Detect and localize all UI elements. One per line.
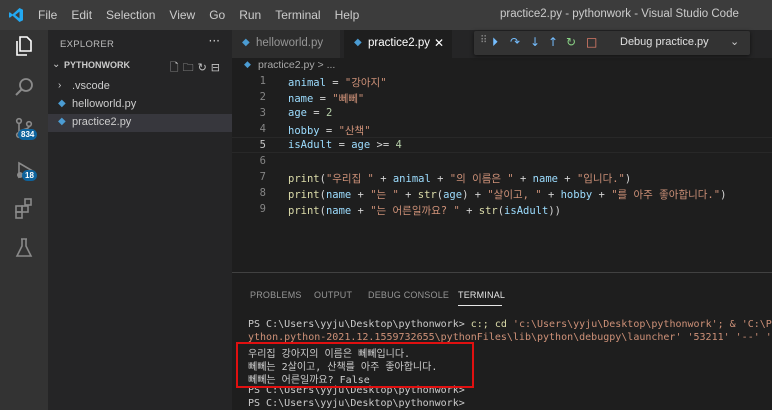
debug-toolbar: ⠿ ⏵ ↷ ↓ ↑ ↻ □ Debug practice.py ⌄ bbox=[474, 31, 750, 55]
code-line[interactable]: 1 animal = "강아지" bbox=[232, 74, 772, 90]
chevron-down-icon: ⌄ bbox=[52, 59, 61, 70]
line-number: 9 bbox=[259, 203, 266, 215]
code-editor[interactable]: 1 animal = "강아지" 2 name = "뻬뻬" 3 age = 2… bbox=[232, 74, 772, 270]
step-out-icon[interactable]: ↑ bbox=[548, 35, 558, 49]
scm-badge: 834 bbox=[18, 129, 38, 140]
search-icon[interactable] bbox=[12, 76, 36, 100]
tab-label: practice2.py bbox=[368, 37, 431, 49]
workspace-folder[interactable]: ⌄ PYTHONWORK 🗋🗀↻⊟ bbox=[48, 56, 232, 76]
extensions-icon[interactable] bbox=[12, 196, 36, 220]
chevron-down-icon[interactable]: ⌄ bbox=[730, 35, 739, 48]
explorer-sidebar: EXPLORER ··· ⌄ PYTHONWORK 🗋🗀↻⊟ › .vscode… bbox=[48, 30, 232, 410]
menu-bar: File Edit Selection View Go Run Terminal… bbox=[38, 0, 373, 30]
code-line[interactable]: 7 print("우리집 " + animal + "의 이름은 " + nam… bbox=[232, 170, 772, 186]
menu-selection[interactable]: Selection bbox=[106, 8, 155, 22]
menu-help[interactable]: Help bbox=[335, 8, 360, 22]
python-file-icon: ◆ bbox=[242, 37, 250, 48]
terminal-prompt-line: PS C:\Users\yyju\Desktop\pythonwork> bbox=[248, 398, 465, 409]
line-number: 4 bbox=[259, 123, 266, 135]
step-over-icon[interactable]: ↷ bbox=[510, 35, 520, 49]
new-folder-icon[interactable]: 🗀 bbox=[183, 61, 198, 74]
tree-item-label: helloworld.py bbox=[72, 98, 137, 110]
code-text: print("우리집 " + animal + "의 이름은 " + name … bbox=[288, 173, 632, 185]
testing-flask-icon[interactable] bbox=[12, 236, 36, 260]
menu-view[interactable]: View bbox=[169, 8, 195, 22]
code-line[interactable]: 8 print(name + "는 " + str(age) + "살이고, "… bbox=[232, 186, 772, 202]
vscode-logo-icon[interactable] bbox=[8, 7, 24, 23]
code-line[interactable]: 6 bbox=[232, 154, 772, 170]
code-text: animal = "강아지" bbox=[288, 77, 387, 89]
tab-terminal[interactable]: TERMINAL bbox=[458, 290, 505, 300]
active-tab-indicator bbox=[458, 305, 502, 306]
code-text: name = "뻬뻬" bbox=[288, 93, 365, 105]
panel-tabs: PROBLEMS OUTPUT DEBUG CONSOLE TERMINAL bbox=[232, 273, 772, 306]
line-number: 7 bbox=[259, 171, 266, 183]
line-number: 1 bbox=[259, 75, 266, 87]
refresh-icon[interactable]: ↻ bbox=[198, 61, 211, 74]
code-text: print(name + "는 " + str(age) + "살이고, " +… bbox=[288, 189, 727, 201]
line-number: 5 bbox=[259, 139, 266, 151]
code-line[interactable]: 9 print(name + "는 어른일까요? " + str(isAdult… bbox=[232, 202, 772, 218]
tree-item-label: practice2.py bbox=[72, 116, 132, 128]
new-file-icon[interactable]: 🗋 bbox=[170, 61, 183, 74]
breadcrumb: ◆ practice2.py > ... bbox=[232, 58, 772, 74]
window-title: practice2.py - pythonwork - Visual Studi… bbox=[500, 8, 739, 20]
continue-icon[interactable]: ⏵ bbox=[492, 35, 498, 50]
menu-run[interactable]: Run bbox=[239, 8, 261, 22]
debug-badge: 18 bbox=[22, 170, 37, 181]
breadcrumb-path[interactable]: practice2.py > ... bbox=[258, 59, 335, 71]
line-number: 2 bbox=[259, 91, 266, 103]
tree-item-practice2[interactable]: ◆ practice2.py bbox=[48, 114, 232, 132]
more-actions-icon[interactable]: ··· bbox=[209, 34, 220, 48]
debug-config-select[interactable]: Debug practice.py bbox=[620, 36, 709, 48]
line-number: 8 bbox=[259, 187, 266, 199]
explorer-title: EXPLORER bbox=[60, 39, 115, 50]
code-line[interactable]: 3 age = 2 bbox=[232, 106, 772, 122]
workspace-folder-label: PYTHONWORK bbox=[64, 60, 130, 70]
code-text: age = 2 bbox=[288, 107, 333, 119]
terminal-line: PS C:\Users\yyju\Desktop\pythonwork> c:;… bbox=[248, 319, 772, 332]
line-number: 6 bbox=[259, 155, 266, 167]
python-file-icon: ◆ bbox=[354, 37, 362, 48]
explorer-icon[interactable] bbox=[12, 34, 36, 58]
python-file-icon: ◆ bbox=[58, 98, 66, 109]
terminal-command: c:; cd bbox=[470, 319, 513, 330]
tree-item-vscode[interactable]: › .vscode bbox=[48, 78, 232, 96]
code-text: isAdult = age >= 4 bbox=[288, 139, 402, 151]
bottom-panel: PROBLEMS OUTPUT DEBUG CONSOLE TERMINAL P… bbox=[232, 272, 772, 410]
terminal-prompt: PS C:\Users\yyju\Desktop\pythonwork> bbox=[248, 319, 471, 330]
tab-label: helloworld.py bbox=[256, 37, 324, 49]
code-text: print(name + "는 어른일까요? " + str(isAdult)) bbox=[288, 205, 561, 217]
chevron-right-icon: › bbox=[58, 80, 62, 91]
terminal-args: 'c:\Users\yyju\Desktop\pythonwork'; & 'C… bbox=[512, 319, 772, 330]
menu-go[interactable]: Go bbox=[209, 8, 225, 22]
folder-toolbar: 🗋🗀↻⊟ bbox=[170, 59, 224, 78]
activity-bar: 834 18 bbox=[0, 30, 48, 410]
tree-item-helloworld[interactable]: ◆ helloworld.py bbox=[48, 96, 232, 114]
menu-edit[interactable]: Edit bbox=[71, 8, 92, 22]
tab-output[interactable]: OUTPUT bbox=[314, 290, 352, 300]
tab-debug-console[interactable]: DEBUG CONSOLE bbox=[368, 290, 449, 300]
code-text: hobby = "산책" bbox=[288, 125, 371, 137]
restart-icon[interactable]: ↻ bbox=[566, 35, 576, 49]
tab-problems[interactable]: PROBLEMS bbox=[250, 290, 302, 300]
collapse-all-icon[interactable]: ⊟ bbox=[211, 61, 224, 74]
code-line[interactable]: 4 hobby = "산책" bbox=[232, 122, 772, 138]
menu-file[interactable]: File bbox=[38, 8, 57, 22]
code-line-current[interactable]: 5 isAdult = age >= 4 bbox=[232, 137, 772, 153]
tab-helloworld[interactable]: ◆ helloworld.py bbox=[232, 30, 340, 58]
highlight-box bbox=[236, 342, 474, 388]
tab-practice2[interactable]: ◆ practice2.py ✕ bbox=[344, 30, 452, 58]
step-into-icon[interactable]: ↓ bbox=[530, 35, 540, 49]
python-file-icon: ◆ bbox=[58, 116, 66, 127]
line-number: 3 bbox=[259, 107, 266, 119]
menu-terminal[interactable]: Terminal bbox=[275, 8, 320, 22]
stop-icon[interactable]: □ bbox=[586, 35, 597, 49]
tree-item-label: .vscode bbox=[72, 80, 110, 92]
close-icon[interactable]: ✕ bbox=[434, 36, 444, 50]
code-line[interactable]: 2 name = "뻬뻬" bbox=[232, 90, 772, 106]
drag-handle-icon[interactable]: ⠿ bbox=[480, 35, 487, 46]
title-bar: File Edit Selection View Go Run Terminal… bbox=[0, 0, 772, 30]
python-file-icon: ◆ bbox=[244, 59, 251, 69]
